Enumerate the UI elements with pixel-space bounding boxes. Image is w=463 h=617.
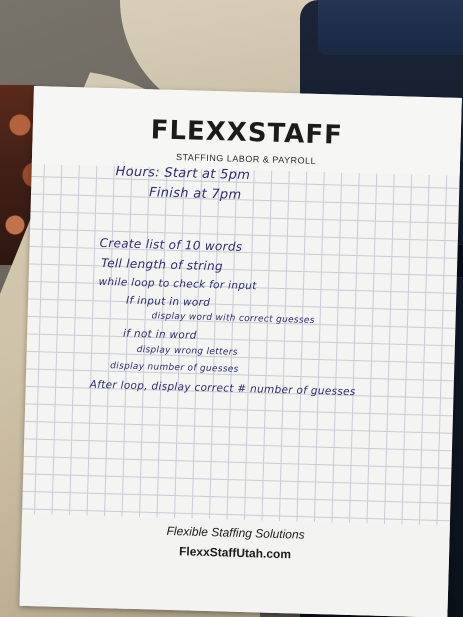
handwritten-line: After loop, display correct # number of … xyxy=(89,378,356,399)
handwritten-line: display word with correct guesses xyxy=(151,311,315,326)
handwritten-line: Hours: Start at 5pm xyxy=(115,164,251,184)
handwritten-line: display number of guesses xyxy=(110,361,239,375)
photo-scene: @ 2 W S FLEXXSTAFF STAFFING LABOR & PAYR… xyxy=(0,0,463,617)
handwritten-line: Finish at 7pm xyxy=(148,185,242,203)
laptop-edge xyxy=(318,0,463,55)
handwritten-line: if not in word xyxy=(122,327,197,342)
handwritten-line: while loop to check for input xyxy=(98,275,257,293)
notepad-sheet: FLEXXSTAFF STAFFING LABOR & PAYROLL Hour… xyxy=(19,86,462,617)
handwritten-line: display wrong letters xyxy=(136,344,238,358)
handwritten-line: Create list of 10 words xyxy=(99,235,243,254)
handwritten-line: If input in word xyxy=(125,294,211,310)
handwritten-line: Tell length of string xyxy=(100,255,224,274)
